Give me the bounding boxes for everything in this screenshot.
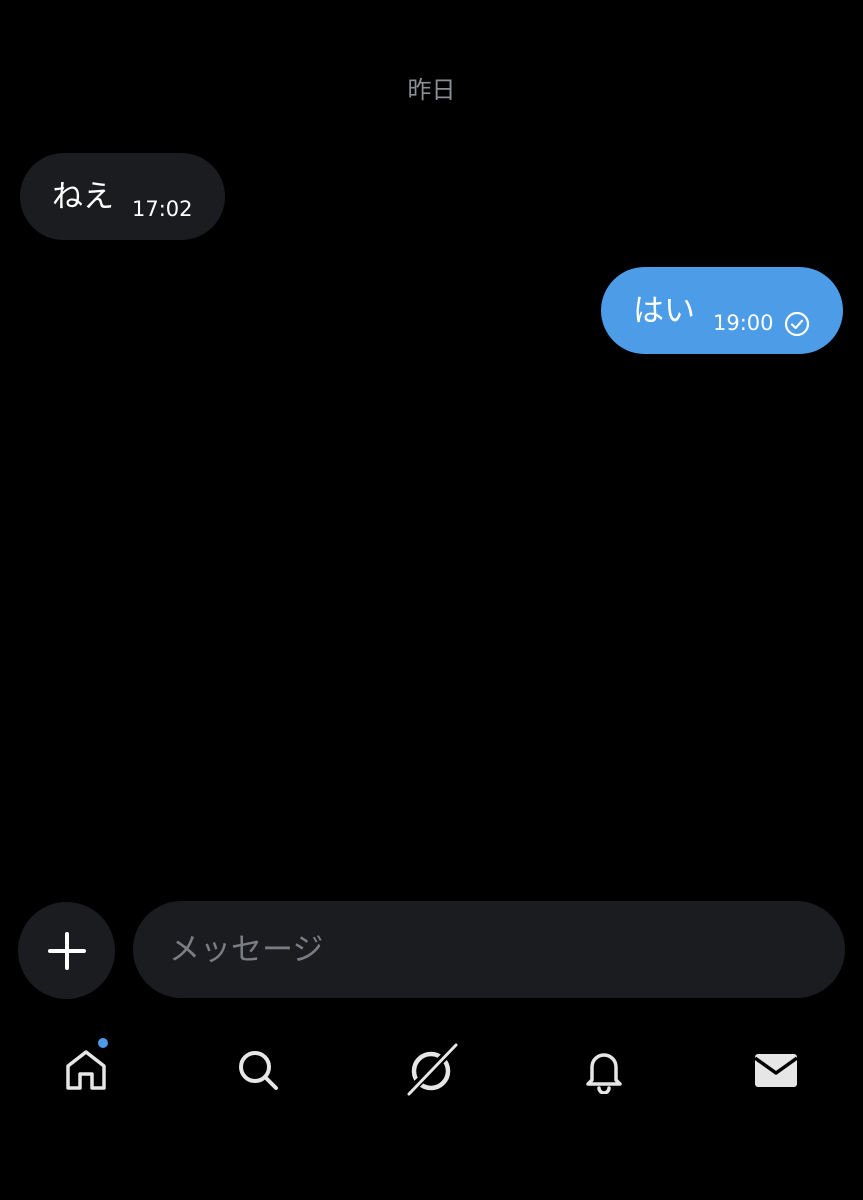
tab-home[interactable] [56, 1036, 116, 1100]
date-separator: 昨日 [407, 76, 456, 104]
message-text: ねえ [52, 179, 114, 215]
check-circle-icon [784, 311, 810, 354]
add-attachment-button[interactable] [18, 902, 115, 999]
search-icon [234, 1046, 282, 1094]
message-input[interactable] [133, 901, 845, 998]
tab-grok[interactable] [401, 1040, 461, 1100]
tab-notifications[interactable] [574, 1040, 634, 1100]
bottom-tab-bar [0, 1036, 863, 1100]
bell-icon [580, 1046, 628, 1094]
tab-messages[interactable] [746, 1040, 806, 1100]
notification-badge [96, 1036, 110, 1050]
dm-conversation-screen: 昨日 ねえ 17:02 はい 19:00 [0, 0, 863, 1200]
message-time: 17:02 [132, 197, 193, 221]
message-bubble-outgoing[interactable]: はい 19:00 [601, 267, 843, 354]
message-text: はい [633, 293, 695, 329]
plus-icon [47, 931, 87, 971]
message-bubble-incoming[interactable]: ねえ 17:02 [20, 153, 225, 240]
home-icon [62, 1046, 110, 1094]
grok-icon [401, 1040, 461, 1100]
envelope-icon [751, 1045, 801, 1095]
tab-search[interactable] [228, 1040, 288, 1100]
message-time: 19:00 [713, 311, 774, 335]
